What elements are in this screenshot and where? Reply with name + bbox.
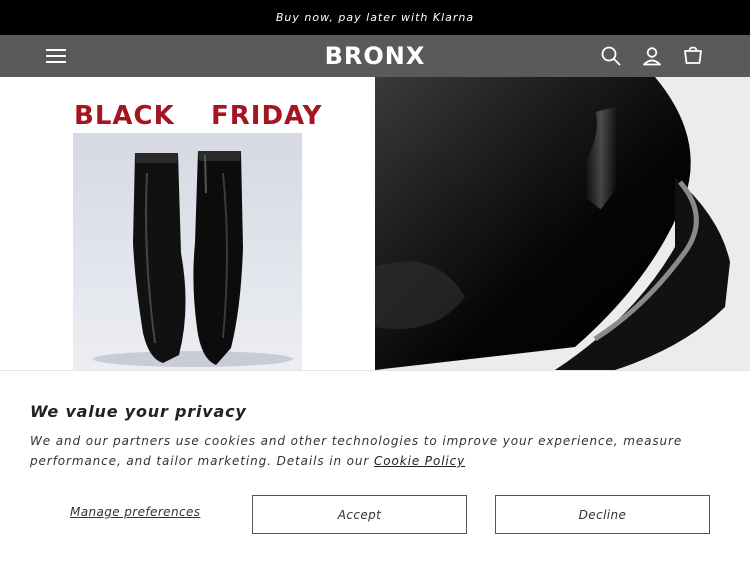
announcement-bar: Buy now, pay later with Klarna bbox=[0, 0, 750, 35]
menu-icon[interactable] bbox=[46, 48, 66, 64]
boot-closeup-image[interactable] bbox=[375, 77, 750, 370]
site-header: BRONX bbox=[0, 35, 750, 77]
privacy-text: We and our partners use cookies and othe… bbox=[30, 431, 720, 471]
cookie-policy-link[interactable]: Cookie Policy bbox=[374, 454, 465, 468]
accept-button[interactable]: Accept bbox=[252, 495, 467, 534]
privacy-body: We and our partners use cookies and othe… bbox=[30, 434, 683, 468]
cart-icon[interactable] bbox=[682, 45, 704, 67]
boots-image bbox=[73, 133, 302, 370]
announcement-text: Buy now, pay later with Klarna bbox=[275, 11, 475, 24]
logo[interactable]: BRONX bbox=[325, 42, 425, 70]
decline-button[interactable]: Decline bbox=[495, 495, 710, 534]
friday-word: FRIDAY bbox=[211, 101, 323, 131]
privacy-title: We value your privacy bbox=[30, 402, 247, 421]
black-friday-banner[interactable]: BLACK FRIDAY bbox=[0, 77, 375, 370]
privacy-banner: We value your privacy We and our partner… bbox=[0, 370, 750, 563]
manage-preferences-link[interactable]: Manage preferences bbox=[70, 505, 200, 519]
black-word: BLACK bbox=[74, 101, 175, 131]
search-icon[interactable] bbox=[600, 45, 622, 67]
account-icon[interactable] bbox=[641, 45, 663, 67]
